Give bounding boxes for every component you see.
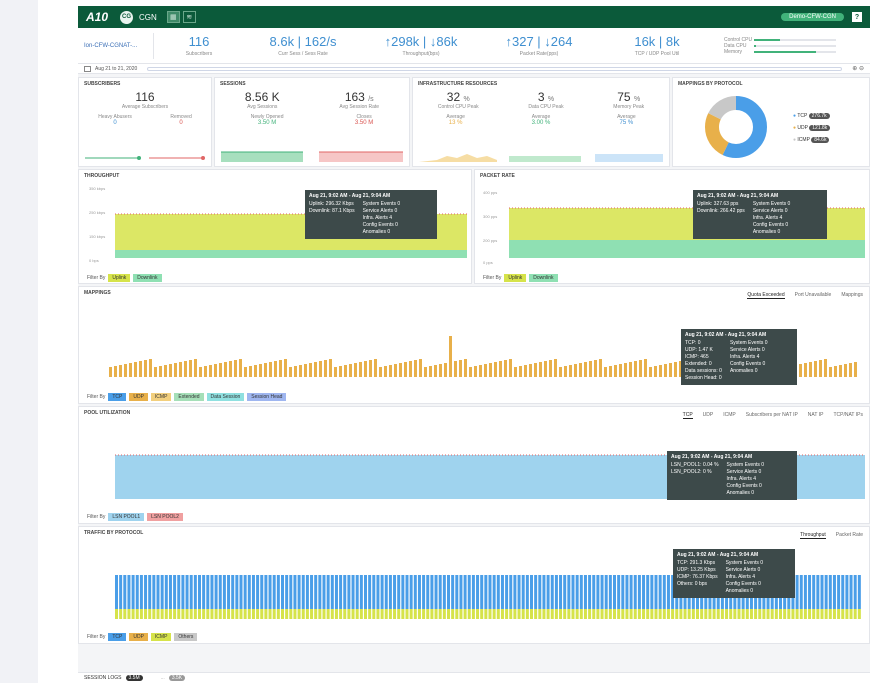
data-cpu-bar	[754, 44, 757, 47]
zoom-icon[interactable]: ⊕ ⊖	[852, 65, 864, 72]
dashboard: A10 CG CGN ▦ ≋ Demo-CFW-CGN ? Ion-CFW-CG…	[78, 6, 870, 683]
pool-utilization-panel: Pool Utilization TCP UDP ICMP Subscribers p…	[78, 406, 870, 524]
stat-packet-rate: ↑327 | ↓264 Packet Rate(pps)	[505, 34, 573, 57]
downlink-filter[interactable]: Downlink	[133, 274, 162, 282]
chip-data-session[interactable]: Data Session	[206, 393, 245, 401]
date-range[interactable]: Aug 21 to 21, 2020	[95, 66, 137, 72]
sessions-panel: Sessions 8.56 K Avg Sessions 163 /s Avg Se…	[214, 77, 410, 167]
help-icon[interactable]: ?	[852, 12, 862, 22]
tab-throughput[interactable]: Throughput	[800, 532, 826, 539]
traffic-tooltip: Aug 21, 9:02 AM - Aug 21, 9:04 AM TCP: 2…	[673, 549, 795, 598]
date-range-bar: Aug 21 to 21, 2020 ⊕ ⊖	[78, 64, 870, 74]
protocol-donut-chart	[705, 96, 767, 158]
chip-session-head[interactable]: Session Head	[247, 393, 287, 401]
chip-lsn-pool2[interactable]: LSN POOL2	[147, 513, 183, 521]
subscribers-panel: Subscribers 116 Average Subscribers Heav…	[78, 77, 212, 167]
chip-traffic-tcp[interactable]: TCP	[108, 633, 127, 641]
tab-mappings[interactable]: Mappings	[841, 292, 863, 299]
tab-pool-udp[interactable]: UDP	[703, 412, 714, 419]
chip-extended[interactable]: Extended	[174, 393, 204, 401]
chip-traffic-udp[interactable]: UDP	[129, 633, 148, 641]
chip-traffic-others[interactable]: Others	[174, 633, 198, 641]
chip-lsn-pool1[interactable]: LSN POOL1	[108, 513, 145, 521]
tab-pool-subs[interactable]: Subscribers per NAT IP	[746, 412, 798, 419]
left-gutter	[0, 0, 38, 683]
throughput-tooltip: Aug 21, 9:02 AM - Aug 21, 9:04 AM Uplink…	[305, 190, 437, 239]
traffic-protocol-panel: Traffic by Protocol Throughput Packet Rat…	[78, 526, 870, 644]
packet-tooltip: Aug 21, 9:02 AM - Aug 21, 9:04 AM Uplink…	[693, 190, 827, 239]
app-badge-icon: CG	[120, 10, 134, 24]
time-slider[interactable]	[147, 66, 843, 71]
tab-packet-rate[interactable]: Packet Rate	[836, 532, 863, 539]
chart-view-icon[interactable]: ≋	[182, 11, 196, 23]
throughput-panel: Throughput 350 kbps 250 kbps 150 kbps 0 …	[78, 169, 472, 284]
mappings-protocol-panel: Mappings by Protocol ● TCP 276.7k ● UDP …	[672, 77, 870, 167]
mappings-tooltip: Aug 21, 9:02 AM - Aug 21, 9:04 AM TCP: 0…	[681, 329, 797, 385]
tab-quota-exceeded[interactable]: Quota Exceeded	[747, 292, 785, 299]
chip-tcp[interactable]: TCP	[108, 393, 127, 401]
tab-pool-tcp-nat[interactable]: TCP/NAT IPs	[833, 412, 863, 419]
grid-view-icon[interactable]: ▦	[166, 11, 180, 23]
chip-icmp[interactable]: ICMP	[150, 393, 172, 401]
tab-pool-icmp[interactable]: ICMP	[723, 412, 736, 419]
chip-udp[interactable]: UDP	[129, 393, 148, 401]
infra-sparkline	[419, 154, 663, 162]
tab-pool-natip[interactable]: NAT IP	[808, 412, 824, 419]
a10-logo: A10	[86, 10, 109, 24]
packet-rate-panel: Packet Rate 400 pps 300 pps 200 pps 0 pp…	[474, 169, 870, 284]
uplink-filter[interactable]: Uplink	[504, 274, 527, 282]
uplink-filter[interactable]: Uplink	[108, 274, 131, 282]
pool-tooltip: Aug 21, 9:02 AM - Aug 21, 9:04 AM LSN_PO…	[667, 451, 797, 500]
protocol-legend: ● TCP 276.7k ● UDP 121.8k ● ICMP 84.6k	[793, 110, 831, 146]
app-name[interactable]: CGN	[139, 13, 157, 22]
sessions-sparkline	[221, 151, 403, 162]
stat-sessions: 8.6k | 162/s Curr Sess / Sess Rate	[269, 34, 337, 57]
control-cpu-bar	[754, 38, 781, 41]
chip-traffic-icmp[interactable]: ICMP	[150, 633, 172, 641]
avg-subscribers: 116	[135, 90, 155, 104]
session-logs-bar[interactable]: SESSION LOGS 3.5M ... 3.5K	[78, 672, 870, 683]
device-pill[interactable]: Demo-CFW-CGN	[781, 13, 844, 21]
top-bar: A10 CG CGN ▦ ≋ Demo-CFW-CGN ?	[78, 6, 870, 28]
infrastructure-panel: Infrastructure Resources 32 % Control CPU…	[412, 77, 670, 167]
stat-subscribers: 116 Subscribers	[185, 34, 213, 57]
mappings-panel: Mappings Quota Exceeded Port Unavailable M…	[78, 286, 870, 404]
memory-bar	[754, 50, 816, 53]
stat-pool-util: 16k | 8k TCP / UDP Pool Util	[634, 34, 680, 57]
tab-pool-tcp[interactable]: TCP	[682, 412, 693, 419]
subscribers-sparkline	[85, 156, 205, 160]
tab-port-unavailable[interactable]: Port Unavailable	[795, 292, 832, 299]
resource-mini-bars: Control CPU Data CPU Memory	[724, 37, 836, 55]
summary-stats: Ion-CFW-CGNAT-... 116 Subscribers 8.6k | …	[78, 28, 870, 64]
calendar-icon[interactable]	[84, 65, 91, 72]
device-select[interactable]: Ion-CFW-CGNAT-...	[78, 32, 154, 59]
downlink-filter[interactable]: Downlink	[529, 274, 558, 282]
stat-throughput: ↑298k | ↓86k Throughput(bps)	[384, 34, 458, 57]
